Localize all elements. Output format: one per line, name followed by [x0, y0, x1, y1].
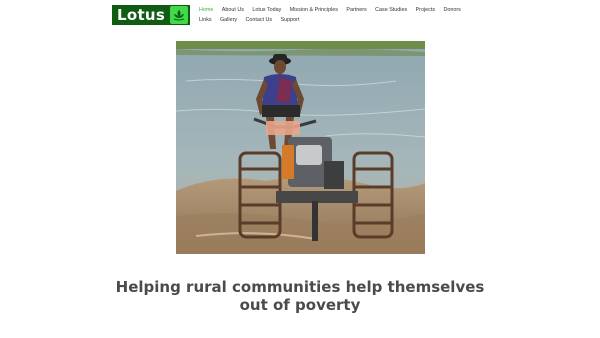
nav-home[interactable]: Home	[199, 7, 213, 14]
brand-name: Lotus	[117, 6, 166, 24]
main-navigation: Home About Us Lotus Today Mission & Prin…	[199, 7, 479, 24]
nav-mission-principles[interactable]: Mission & Principles	[290, 7, 338, 14]
nav-projects[interactable]: Projects	[416, 7, 435, 14]
page-headline: Helping rural communities help themselve…	[115, 278, 485, 314]
nav-lotus-today[interactable]: Lotus Today	[252, 7, 281, 14]
nav-donors[interactable]: Donors	[443, 7, 460, 14]
nav-support[interactable]: Support	[281, 17, 300, 24]
nav-case-studies[interactable]: Case Studies	[375, 7, 407, 14]
lotus-flower-icon	[170, 6, 188, 24]
nav-partners[interactable]: Partners	[346, 7, 366, 14]
site-logo[interactable]: Lotus	[112, 5, 190, 25]
hero-image	[176, 41, 425, 254]
nav-contact-us[interactable]: Contact Us	[245, 17, 272, 24]
nav-links[interactable]: Links	[199, 17, 212, 24]
nav-gallery[interactable]: Gallery	[220, 17, 237, 24]
nav-about-us[interactable]: About Us	[222, 7, 244, 14]
